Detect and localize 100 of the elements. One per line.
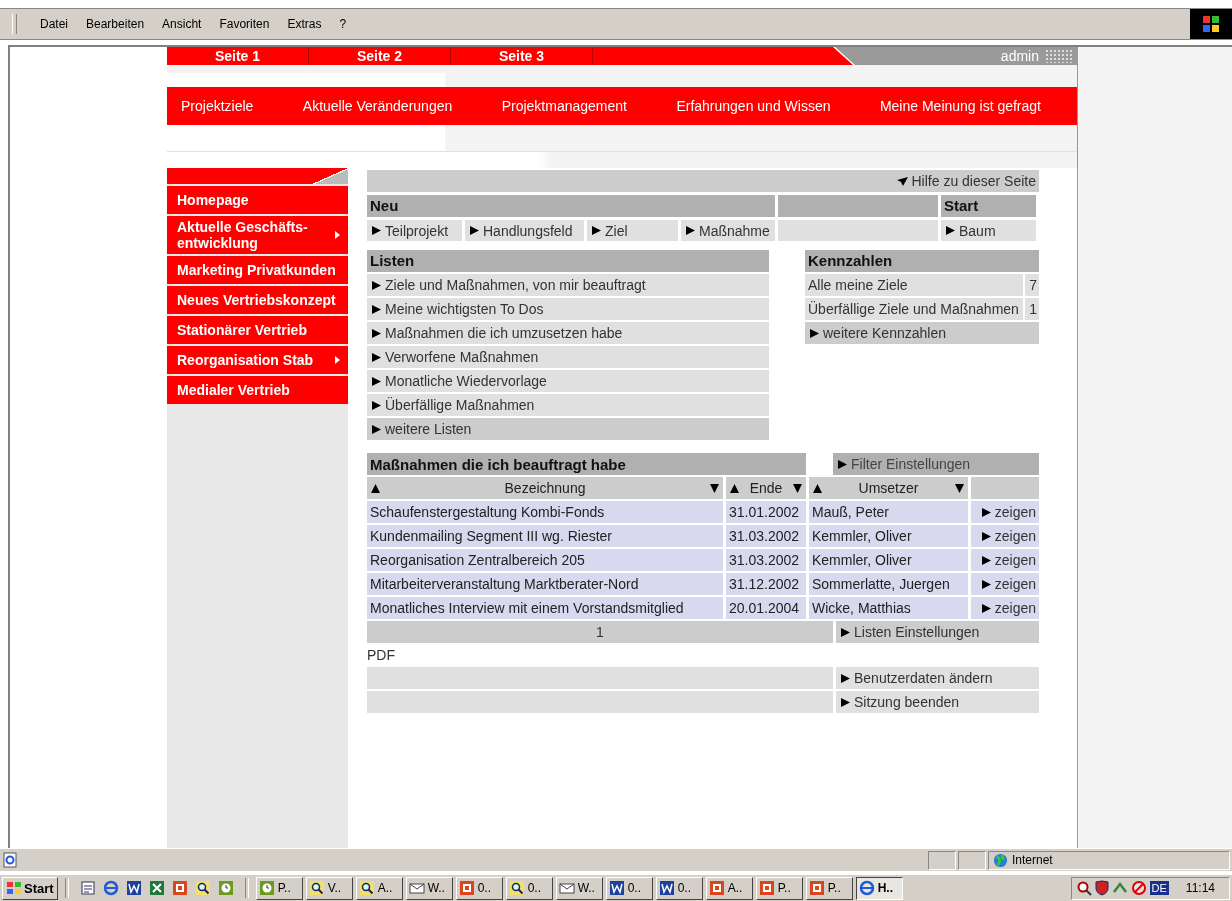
list-link[interactable]: Verworfene Maßnahmen — [367, 346, 769, 368]
list-link[interactable]: Überfällige Maßnahmen — [367, 394, 769, 416]
sidebar-item[interactable]: Medialer Vertrieb — [167, 376, 348, 406]
spreadsheet-icon[interactable] — [148, 880, 165, 896]
table-cell: 20.01.2004 — [726, 597, 806, 619]
taskbar-button[interactable]: V.. — [305, 876, 353, 900]
arrow-icon — [372, 226, 381, 235]
document-icon — [658, 880, 675, 896]
page-tab[interactable]: Seite 3 — [451, 47, 593, 65]
table-cell: 31.03.2002 — [726, 525, 806, 547]
page-tab[interactable]: Seite 2 — [309, 47, 451, 65]
nav-link[interactable]: Aktuelle Veränderungen — [302, 98, 453, 114]
list-link[interactable]: Maßnahmen die ich umzusetzen habe — [367, 322, 769, 344]
list-link[interactable]: Ziele und Maßnahmen, von mir beauftragt — [367, 274, 769, 296]
sort-up-icon[interactable] — [730, 483, 739, 493]
table-cell: Kemmler, Oliver — [809, 525, 968, 547]
menu-item[interactable]: Ansicht — [153, 17, 211, 31]
menu-item[interactable]: Datei — [31, 17, 77, 31]
user-link[interactable]: Sitzung beenden — [836, 691, 1039, 713]
sort-down-icon[interactable] — [710, 483, 719, 493]
taskbar-button[interactable]: A.. — [705, 876, 753, 900]
magnifier-icon[interactable] — [1075, 880, 1092, 896]
arrow-icon — [838, 459, 847, 469]
sidebar-item[interactable]: Reorganisation Stab — [167, 346, 348, 376]
arrow-icon — [841, 627, 850, 637]
arrow-icon — [841, 697, 850, 707]
show-link[interactable]: zeigen — [981, 600, 1036, 616]
more-metrics-link[interactable]: weitere Kennzahlen — [805, 322, 1039, 344]
sidebar-item[interactable]: Neues Vertriebskonzept — [167, 286, 348, 316]
taskbar-button[interactable]: A.. — [355, 876, 403, 900]
pdf-link[interactable]: PDF — [367, 645, 1039, 665]
taskbar-button[interactable]: H.. — [855, 876, 903, 900]
nav-link[interactable]: Meine Meinung ist gefragt — [879, 98, 1041, 114]
menu-item[interactable]: Bearbeiten — [77, 17, 154, 31]
clock-icon[interactable] — [217, 880, 234, 896]
column-title[interactable]: Bezeichnung — [504, 480, 586, 496]
page-number[interactable]: 1 — [367, 621, 833, 643]
nav-link[interactable]: Erfahrungen und Wissen — [676, 98, 831, 114]
list-link[interactable]: Meine wichtigsten To Dos — [367, 298, 769, 320]
taskbar-button[interactable]: 0.. — [455, 876, 503, 900]
list-link[interactable]: Monatliche Wiedervorlage — [367, 370, 769, 392]
column-title[interactable]: Ende — [749, 480, 783, 496]
language-indicator[interactable]: DE — [1149, 881, 1169, 895]
sidebar-item[interactable]: Aktuelle Geschäfts- entwicklung — [167, 216, 348, 256]
arrow-icon — [372, 280, 381, 290]
menu-item[interactable]: Extras — [278, 17, 331, 31]
column-title[interactable]: Umsetzer — [858, 480, 919, 496]
blocked-icon[interactable] — [1130, 880, 1147, 896]
taskbar-button[interactable]: 0.. — [655, 876, 703, 900]
menu-item[interactable]: Favoriten — [210, 17, 279, 31]
metric-label: Überfällige Ziele und Maßnahmen — [805, 298, 1023, 320]
show-link[interactable]: zeigen — [981, 552, 1036, 568]
arrow-icon — [372, 376, 381, 386]
sort-up-icon[interactable] — [813, 483, 822, 493]
taskbar-button[interactable]: W.. — [555, 876, 603, 900]
show-link[interactable]: zeigen — [981, 528, 1036, 544]
table-title: Maßnahmen die ich beauftragt habe — [367, 453, 806, 475]
document-icon — [608, 880, 625, 896]
user-name: admin — [1000, 48, 1039, 64]
metric-label: Alle meine Ziele — [805, 274, 1023, 296]
presentation-icon[interactable] — [171, 880, 188, 896]
arrow-icon — [372, 328, 381, 338]
search-icon[interactable] — [194, 880, 211, 896]
nav-link[interactable]: Projektziele — [181, 98, 254, 114]
notepad-icon[interactable] — [79, 880, 96, 896]
browser-icon[interactable] — [102, 880, 119, 896]
taskbar-button[interactable]: 0.. — [505, 876, 553, 900]
taskbar-button[interactable]: W.. — [405, 876, 453, 900]
arrow-icon — [372, 304, 381, 314]
list-settings-link[interactable]: Listen Einstellungen — [836, 621, 1039, 643]
table-cell: Schaufenstergestaltung Kombi-Fonds — [367, 501, 723, 523]
table-cell: 31.12.2002 — [726, 573, 806, 595]
sort-down-icon[interactable] — [955, 483, 964, 493]
help-link[interactable]: Hilfe zu dieser Seite — [897, 173, 1036, 189]
taskbar-button[interactable]: P.. — [755, 876, 803, 900]
sort-down-icon[interactable] — [793, 483, 802, 493]
show-link[interactable]: zeigen — [981, 504, 1036, 520]
arrow-icon — [686, 226, 695, 235]
shield-icon[interactable] — [1094, 880, 1109, 896]
page-tab[interactable]: Seite 1 — [167, 47, 309, 65]
show-link[interactable]: zeigen — [981, 576, 1036, 592]
taskbar-button[interactable]: 0.. — [605, 876, 653, 900]
sidebar-item[interactable]: Homepage — [167, 186, 348, 216]
clock-icon — [258, 880, 275, 896]
user-link[interactable]: Benutzerdaten ändern — [836, 667, 1039, 689]
taskbar-button[interactable]: P.. — [255, 876, 303, 900]
sort-up-icon[interactable] — [371, 483, 380, 493]
presentation-icon — [458, 880, 475, 896]
sidebar-item[interactable]: Stationärer Vertrieb — [167, 316, 348, 346]
arrow-icon — [841, 673, 850, 683]
list-link[interactable]: weitere Listen — [367, 418, 769, 440]
filter-link[interactable]: Filter Einstellungen — [833, 453, 1039, 475]
document-icon[interactable] — [125, 880, 142, 896]
table-cell: Wicke, Matthias — [809, 597, 968, 619]
start-button[interactable]: Start — [2, 876, 58, 900]
taskbar-button[interactable]: P.. — [805, 876, 853, 900]
arrow-icon — [372, 400, 381, 410]
menu-item[interactable]: ? — [330, 17, 356, 31]
sidebar-item[interactable]: Marketing Privatkunden — [167, 256, 348, 286]
nav-link[interactable]: Projektmanagement — [501, 98, 627, 114]
